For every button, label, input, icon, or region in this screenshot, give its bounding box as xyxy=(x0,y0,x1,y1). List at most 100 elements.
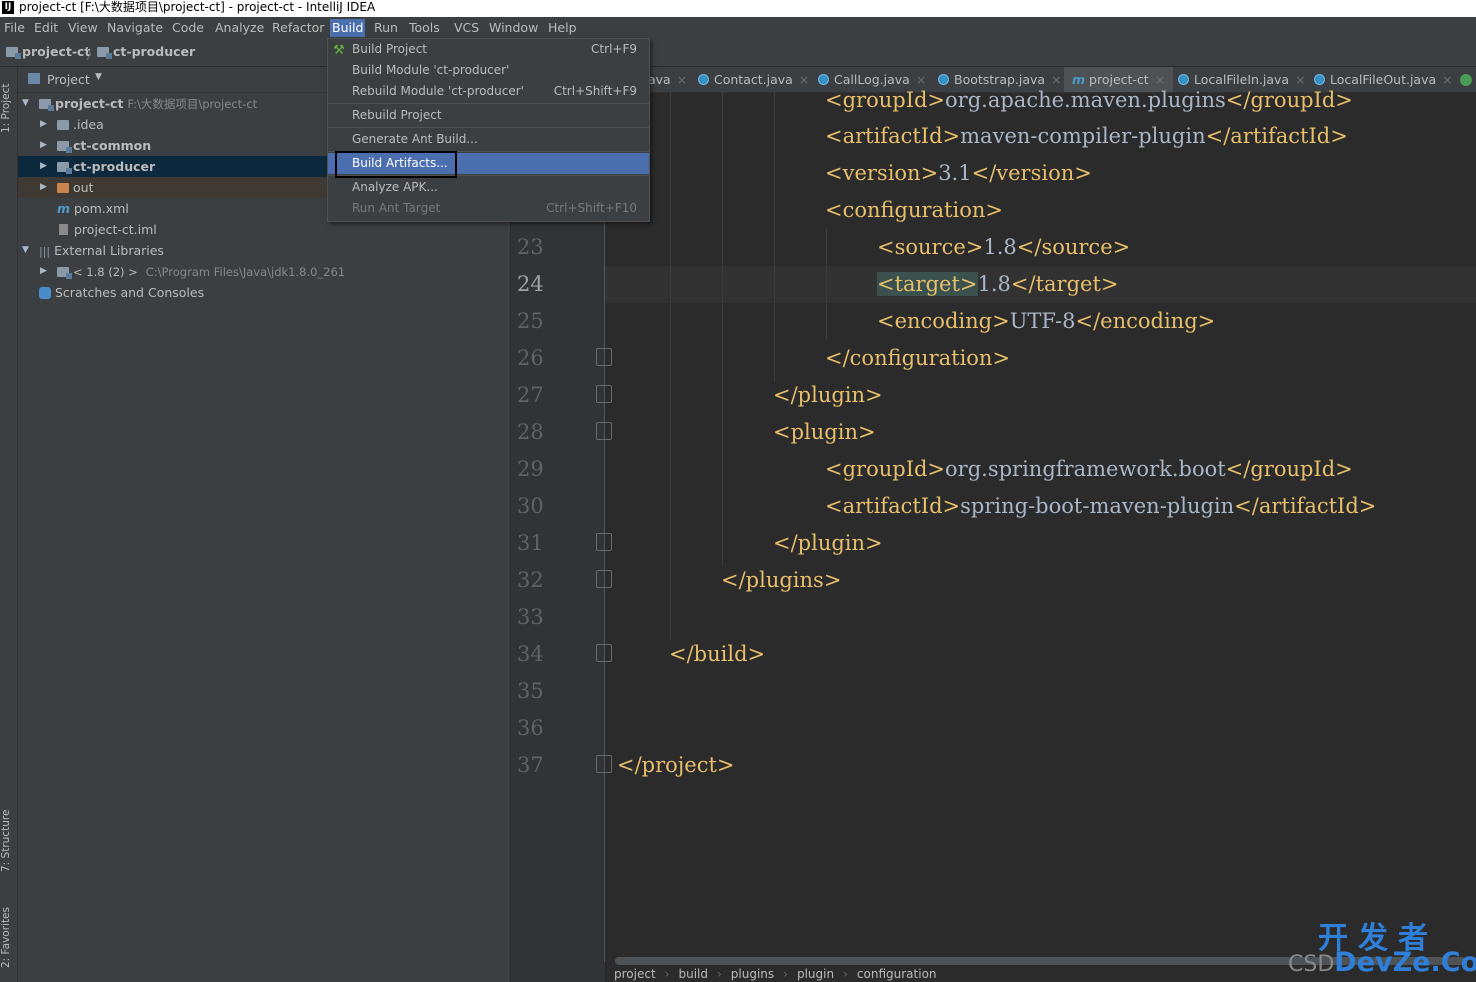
expanded-arrow-icon[interactable]: ▼ xyxy=(22,240,29,261)
menu-item-analyze-apk[interactable]: Analyze APK... xyxy=(328,177,649,198)
fold-end-icon[interactable] xyxy=(596,570,612,588)
xml-crumb[interactable]: build xyxy=(678,967,708,981)
xml-crumb[interactable]: configuration xyxy=(857,967,937,981)
xml-tag: <artifactId> xyxy=(825,494,961,518)
code-line[interactable]: </project> xyxy=(617,747,735,784)
menu-tools[interactable]: Tools xyxy=(407,19,442,37)
menu-analyze[interactable]: Analyze xyxy=(213,19,266,37)
xml-crumb[interactable]: project xyxy=(614,967,656,981)
dropdown-arrow-icon[interactable]: ▼ xyxy=(95,72,102,82)
line-number: 25 xyxy=(517,309,544,333)
xml-tag: <groupId> xyxy=(825,457,946,481)
collapsed-arrow-icon[interactable]: ▶ xyxy=(40,177,47,198)
code-line[interactable]: <source>1.8</source> xyxy=(877,229,1130,266)
code-line[interactable]: </plugins> xyxy=(721,562,841,599)
collapsed-arrow-icon[interactable]: ▶ xyxy=(40,261,47,282)
xml-crumb[interactable]: plugin xyxy=(797,967,834,981)
code-line-current[interactable]: <target>1.8</target> xyxy=(877,266,1118,303)
line-number: 26 xyxy=(517,346,544,370)
tool-tab-favorites[interactable]: 2: Favorites xyxy=(0,903,17,973)
tab-partial-java[interactable]: ava × xyxy=(648,67,687,92)
indent-guide xyxy=(774,92,775,382)
code-line[interactable]: </configuration> xyxy=(825,340,1010,377)
menu-vcs[interactable]: VCS xyxy=(452,19,481,37)
code-line[interactable]: <groupId>org.springframework.boot</group… xyxy=(825,451,1353,488)
menu-item-rebuild-module[interactable]: Rebuild Module 'ct-producer' Ctrl+Shift+… xyxy=(328,81,649,102)
collapsed-arrow-icon[interactable]: ▶ xyxy=(40,114,47,135)
menu-navigate[interactable]: Navigate xyxy=(105,19,165,37)
fold-end-icon[interactable] xyxy=(596,755,612,773)
menu-separator xyxy=(328,103,649,104)
menu-item-shortcut: Ctrl+Shift+F9 xyxy=(553,84,637,98)
tree-path: C:\Program Files\Java\jdk1.8.0_261 xyxy=(145,265,346,279)
code-line[interactable]: <artifactId>spring-boot-maven-plugin</ar… xyxy=(825,488,1376,525)
menu-build[interactable]: Build xyxy=(330,19,366,37)
collapsed-arrow-icon[interactable]: ▶ xyxy=(40,135,47,156)
line-number: 28 xyxy=(517,420,544,444)
xml-tag: </target> xyxy=(1010,272,1119,296)
close-icon[interactable]: × xyxy=(799,72,809,87)
fold-end-icon[interactable] xyxy=(596,385,612,403)
menu-edit[interactable]: Edit xyxy=(32,19,60,37)
tab-label: ava xyxy=(648,72,671,87)
breadcrumb-project[interactable]: project-ct xyxy=(6,44,90,59)
tree-path: F:\大数据项目\project-ct xyxy=(127,97,258,111)
fold-end-icon[interactable] xyxy=(596,533,612,551)
menu-view[interactable]: View xyxy=(66,19,100,37)
line-number: 37 xyxy=(517,753,544,777)
more-tabs-icon[interactable] xyxy=(1460,74,1472,86)
module-folder-icon xyxy=(97,47,112,59)
code-line[interactable]: </plugin> xyxy=(773,525,883,562)
fold-end-icon[interactable] xyxy=(596,644,612,662)
code-line[interactable]: <configuration> xyxy=(825,192,1003,229)
code-line[interactable]: </build> xyxy=(669,636,765,673)
line-number: 33 xyxy=(517,605,544,629)
code-line[interactable]: <encoding>UTF-8</encoding> xyxy=(877,303,1215,340)
fold-start-icon[interactable] xyxy=(596,422,612,440)
tool-tab-project[interactable]: 1: Project xyxy=(0,75,17,141)
line-number: 30 xyxy=(517,494,544,518)
tree-label: pom.xml xyxy=(74,201,129,216)
tool-tab-structure[interactable]: 7: Structure xyxy=(0,801,17,881)
build-menu-dropdown: ⚒ Build Project Ctrl+F9 Build Module 'ct… xyxy=(327,38,650,222)
collapsed-arrow-icon[interactable]: ▶ xyxy=(40,156,47,177)
xml-crumb[interactable]: plugins xyxy=(731,967,774,981)
xml-tag: </artifactId> xyxy=(1234,494,1377,518)
menu-run[interactable]: Run xyxy=(372,19,400,37)
menu-code[interactable]: Code xyxy=(170,19,206,37)
code-line[interactable]: <plugin> xyxy=(773,414,876,451)
code-line[interactable]: <artifactId>maven-compiler-plugin</artif… xyxy=(825,118,1348,155)
menu-file[interactable]: File xyxy=(2,19,27,37)
menu-item-build-project[interactable]: ⚒ Build Project Ctrl+F9 xyxy=(328,39,649,60)
menu-item-build-module[interactable]: Build Module 'ct-producer' xyxy=(328,60,649,81)
xml-tag: <encoding> xyxy=(877,309,1010,333)
expanded-arrow-icon[interactable]: ▼ xyxy=(22,93,29,114)
breadcrumb-project-label: project-ct xyxy=(22,44,91,59)
menu-item-rebuild-project[interactable]: Rebuild Project xyxy=(328,105,649,126)
fold-end-icon[interactable] xyxy=(596,348,612,366)
breadcrumb-module[interactable]: ct-producer xyxy=(97,44,195,59)
close-icon[interactable]: × xyxy=(677,72,687,87)
close-icon[interactable]: × xyxy=(1442,72,1452,87)
tab-contact-java[interactable]: Contact.java × xyxy=(698,67,809,92)
tree-node-iml[interactable]: project-ct.iml xyxy=(18,219,510,240)
xml-tag: </groupId> xyxy=(1225,457,1353,481)
menu-item-generate-ant-build[interactable]: Generate Ant Build... xyxy=(328,129,649,150)
project-view-selector[interactable]: Project xyxy=(47,72,90,87)
line-number: 23 xyxy=(517,235,544,259)
menu-item-label: Analyze APK... xyxy=(352,180,438,194)
tree-node-external-libraries[interactable]: ▼ ||| External Libraries xyxy=(18,240,510,261)
code-line[interactable]: </plugin> xyxy=(773,377,883,414)
menu-item-label: Build Module 'ct-producer' xyxy=(352,63,510,77)
code-line[interactable]: <version>3.1</version> xyxy=(825,155,1092,192)
menu-window[interactable]: Window xyxy=(487,19,540,37)
tree-node-jdk[interactable]: ▶ < 1.8 (2) > C:\Program Files\Java\jdk1… xyxy=(18,261,510,282)
menu-help[interactable]: Help xyxy=(546,19,579,37)
menu-item-label: Build Project xyxy=(352,42,427,56)
code-line[interactable]: <groupId>org.apache.maven.plugins</group… xyxy=(825,82,1353,119)
tree-node-scratches[interactable]: Scratches and Consoles xyxy=(18,282,510,303)
menu-refactor[interactable]: Refactor xyxy=(270,19,326,37)
xml-tag: </version> xyxy=(971,161,1092,185)
tree-label: project-ct xyxy=(55,96,124,111)
tree-label: ct-producer xyxy=(73,159,156,174)
